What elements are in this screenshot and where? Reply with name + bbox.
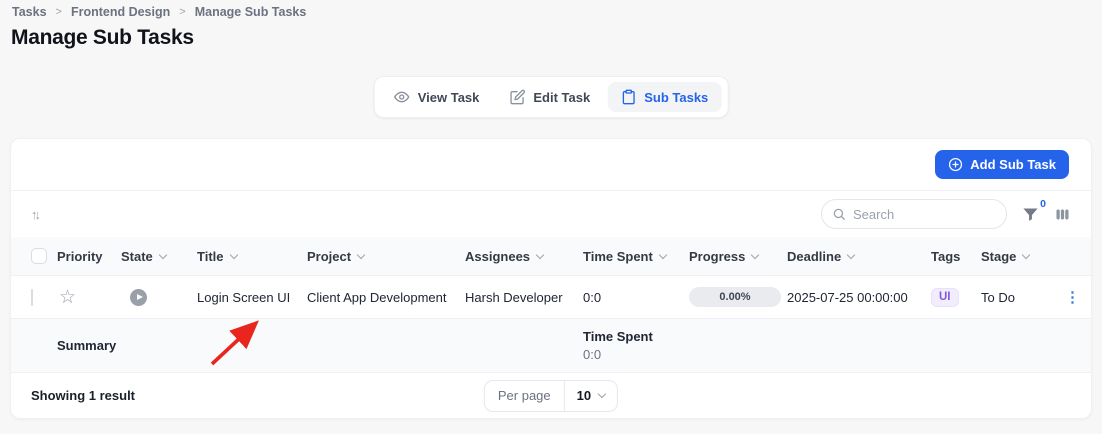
priority-star-icon[interactable]: ☆ [59,287,76,308]
add-sub-task-label: Add Sub Task [970,157,1056,172]
manage-sub-tasks-page: Tasks > Frontend Design > Manage Sub Tas… [0,0,1102,434]
toolbar-right-group: 0 [821,198,1071,229]
summary-label: Summary [57,338,117,353]
column-header-tags: Tags [931,248,961,264]
column-header-stage[interactable]: Stage [981,249,1059,264]
cell-title[interactable]: Login Screen UI [197,290,307,305]
column-header-title[interactable]: Title [197,249,307,264]
tab-sub-tasks[interactable]: Sub Tasks [607,82,722,112]
tab-label: Edit Task [533,89,591,105]
row-menu-icon[interactable]: ⋮ [1065,289,1080,306]
add-sub-task-button[interactable]: Add Sub Task [935,150,1069,179]
sub-tasks-card: Add Sub Task ↑↓ 0 [10,138,1092,419]
filter-count-badge: 0 [1040,197,1046,210]
column-header-project[interactable]: Project [307,249,465,264]
table-toolbar: ↑↓ 0 [11,191,1091,237]
per-page-label: Per page [485,380,565,411]
clipboard-icon [620,89,636,105]
column-header-assignees[interactable]: Assignees [465,249,583,264]
breadcrumb-item-frontend-design[interactable]: Frontend Design [71,5,170,19]
breadcrumb: Tasks > Frontend Design > Manage Sub Tas… [12,5,306,19]
columns-button[interactable] [1054,206,1071,223]
filter-button[interactable]: 0 [1022,198,1046,223]
table-row: ☆ Login Screen UI Client App Development… [11,276,1091,319]
chevron-down-icon [535,250,545,259]
chevron-down-icon [356,250,366,259]
chevron-down-icon [597,389,607,399]
eye-icon [394,89,410,105]
columns-icon [1054,206,1071,223]
row-checkbox[interactable] [31,288,33,306]
per-page-select[interactable]: 10 [565,381,617,411]
cell-stage: To Do [981,289,1015,305]
tag-badge: UI [931,287,959,307]
chevron-down-icon [846,250,856,259]
tab-edit-task[interactable]: Edit Task [496,82,603,112]
column-header-state[interactable]: State [121,249,197,264]
summary-time-spent: Time Spent 0:0 [583,329,653,362]
cell-assignees: Harsh Developer [465,289,563,305]
cell-time-spent: 0:0 [583,289,602,305]
tab-view-task[interactable]: View Task [381,82,493,112]
search-input[interactable] [853,206,983,222]
card-actions-row: Add Sub Task [11,139,1091,191]
page-title: Manage Sub Tasks [11,26,194,49]
tab-label: Sub Tasks [644,89,709,105]
tab-label: View Task [417,89,480,105]
chevron-down-icon [1022,250,1031,259]
select-all-checkbox[interactable] [31,248,47,264]
cell-project: Client App Development [307,289,447,305]
per-page-control: Per page 10 [483,379,619,412]
cell-deadline: 2025-07-25 00:00:00 [787,289,908,305]
edit-icon [509,89,525,105]
task-tab-bar: View Task Edit Task Sub Tasks [373,76,729,118]
search-icon [832,207,846,221]
results-count-text: Showing 1 result [31,388,136,403]
chevron-down-icon [229,250,238,259]
chevron-down-icon [158,250,168,259]
column-header-deadline[interactable]: Deadline [787,249,931,264]
breadcrumb-separator: > [55,6,62,18]
breadcrumb-separator: > [179,6,186,18]
breadcrumb-item-tasks[interactable]: Tasks [12,5,47,19]
state-play-icon[interactable] [130,288,147,306]
table-summary-row: Summary Time Spent 0:0 [11,319,1091,373]
table-footer: Showing 1 result Per page 10 [11,373,1091,418]
column-header-priority: Priority [57,248,103,264]
column-header-progress[interactable]: Progress [689,249,787,264]
chevron-down-icon [658,250,668,259]
filter-icon [1022,206,1039,223]
column-header-time-spent[interactable]: Time Spent [583,249,689,264]
chevron-down-icon [751,250,760,259]
progress-pill: 0.00% [689,287,781,307]
breadcrumb-item-manage-sub-tasks[interactable]: Manage Sub Tasks [195,5,307,19]
plus-circle-icon [948,157,963,172]
table-header-row: Priority State Title Project Assignees T… [11,237,1091,276]
sort-icon[interactable]: ↑↓ [31,207,41,222]
search-box [821,199,1007,229]
